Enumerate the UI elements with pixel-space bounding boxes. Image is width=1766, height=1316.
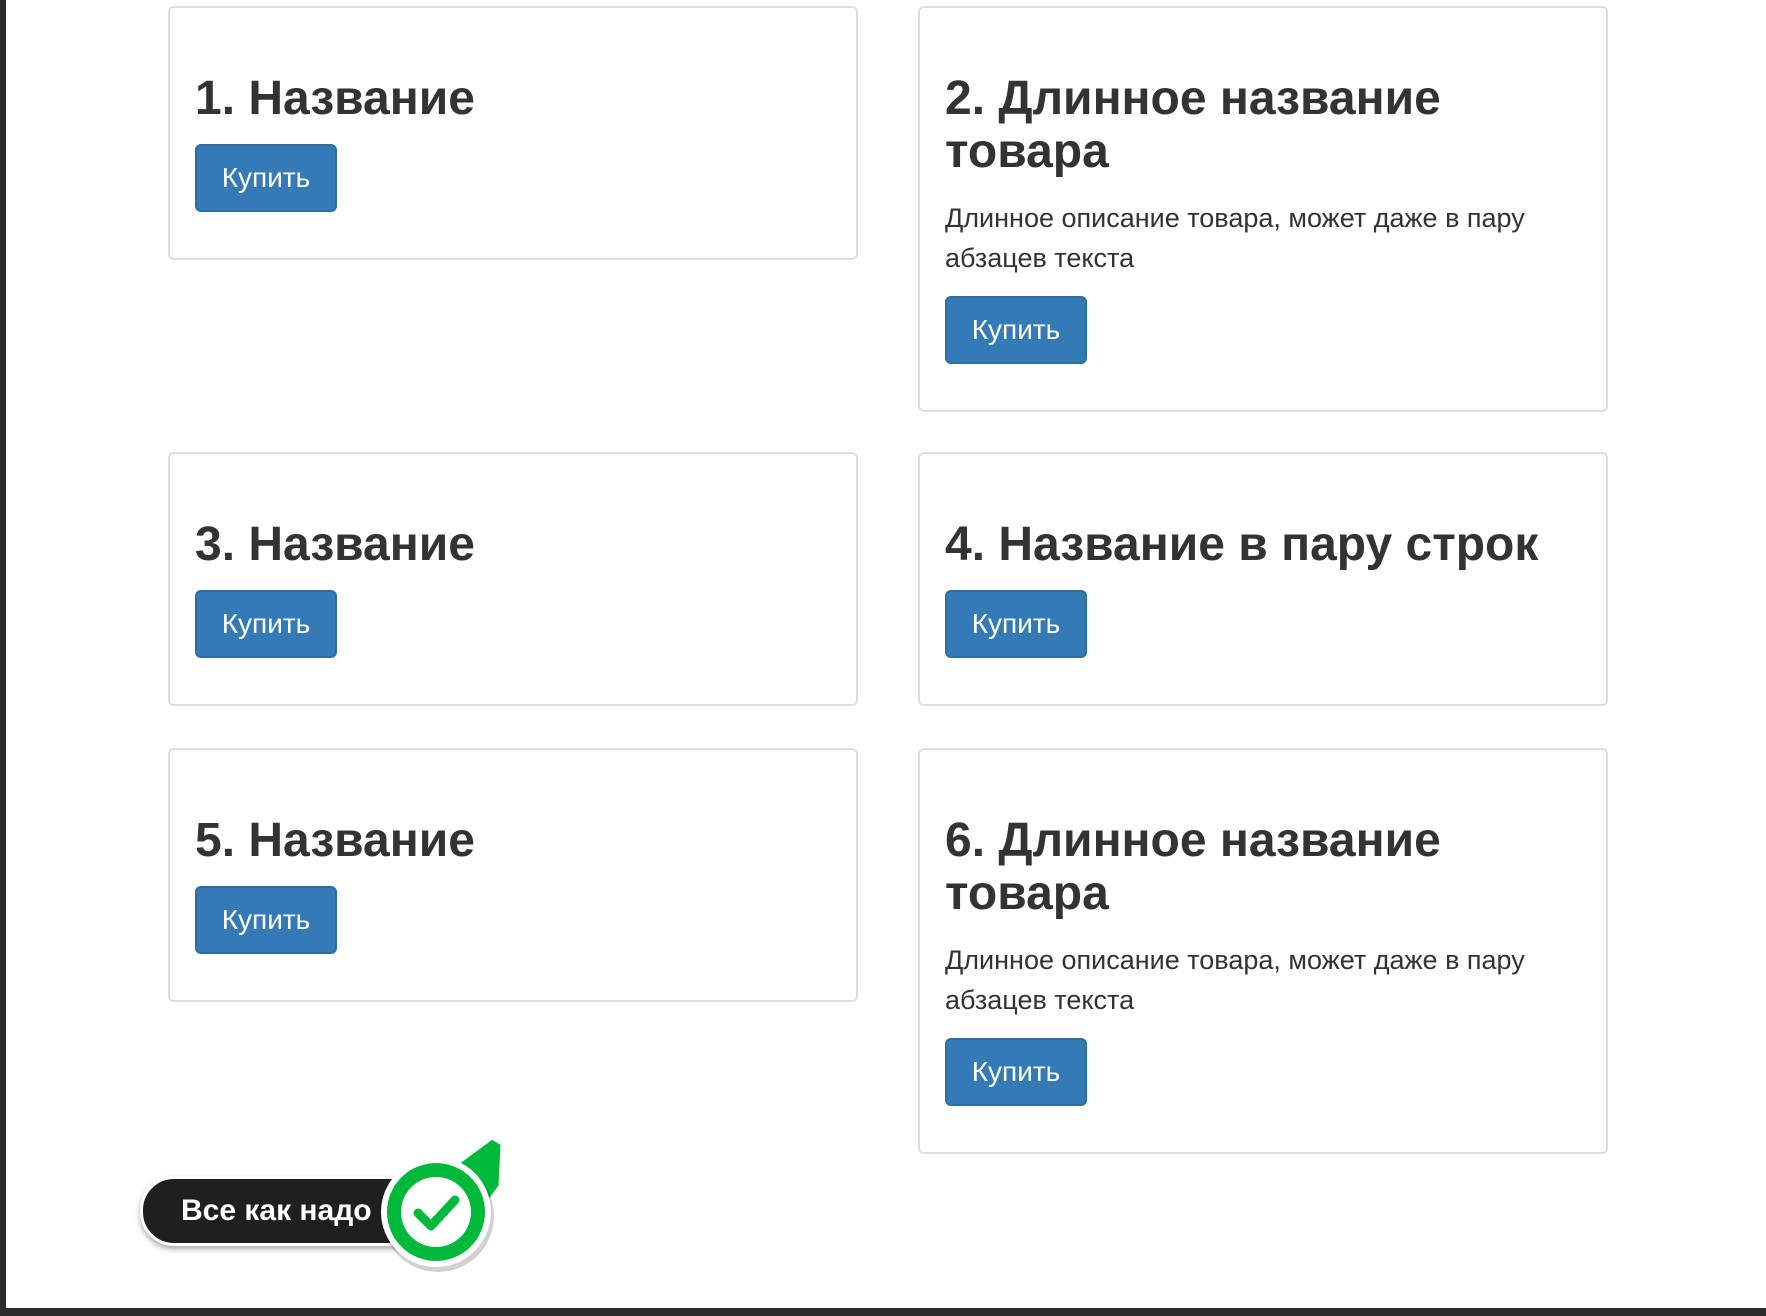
product-card-2: 2. Длинное название товара Длинное описа… [918, 6, 1608, 412]
buy-button[interactable]: Купить [195, 590, 337, 658]
status-badge: Все как надо [134, 1136, 524, 1276]
product-card-6: 6. Длинное название товара Длинное описа… [918, 748, 1608, 1154]
product-card-5: 5. Название Купить [168, 748, 858, 1002]
product-title: 3. Название [195, 518, 475, 571]
buy-button[interactable]: Купить [945, 296, 1087, 364]
product-description: Длинное описание товара, может даже в па… [945, 203, 1525, 273]
buy-button[interactable]: Купить [945, 1038, 1087, 1106]
product-description: Длинное описание товара, может даже в па… [945, 945, 1525, 1015]
buy-button[interactable]: Купить [195, 886, 337, 954]
checkmark-icon [381, 1136, 504, 1272]
product-title: 2. Длинное название товара [945, 72, 1441, 178]
product-title: 5. Название [195, 814, 475, 867]
buy-button[interactable]: Купить [945, 590, 1087, 658]
product-grid-page: 1. Название Купить 2. Длинное название т… [6, 0, 1766, 1308]
badge-label: Все как надо [181, 1194, 372, 1227]
product-card-4: 4. Название в пару строк Купить [918, 452, 1608, 706]
product-card-3: 3. Название Купить [168, 452, 858, 706]
product-title: 6. Длинное название товара [945, 814, 1441, 920]
product-title: 1. Название [195, 72, 475, 125]
buy-button[interactable]: Купить [195, 144, 337, 212]
product-title: 4. Название в пару строк [945, 518, 1539, 571]
product-card-1: 1. Название Купить [168, 6, 858, 260]
